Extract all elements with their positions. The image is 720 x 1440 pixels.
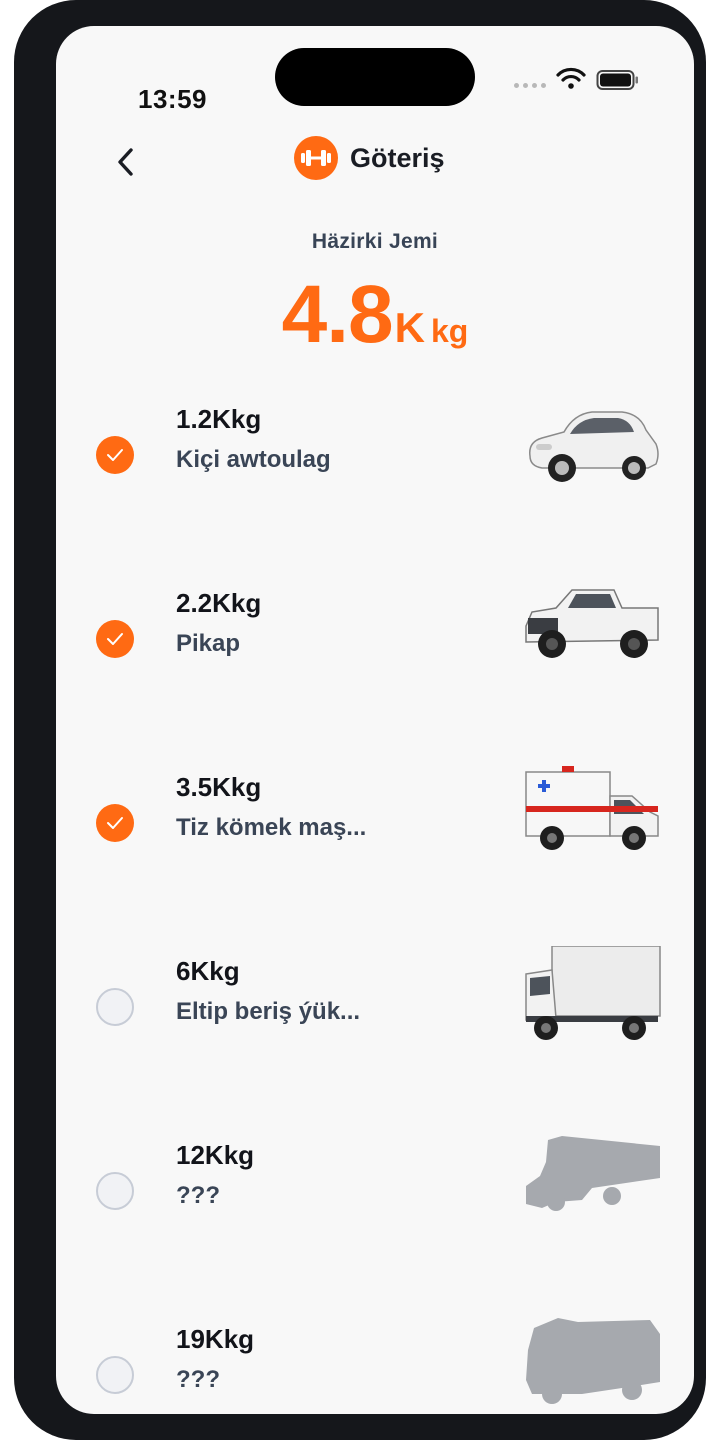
tier-weight: 1.2Kkg: [176, 404, 262, 434]
pickup-truck-icon: [525, 589, 659, 658]
current-load-unit-k: K: [394, 304, 425, 351]
app-screen: 13:59 Göteriş Häzirki Jemi 4.8K kg 1.2Kk…: [56, 26, 694, 1414]
wifi-icon: [556, 67, 586, 89]
unchecked-circle-icon[interactable]: [96, 1172, 134, 1210]
header: Göteriş: [294, 136, 445, 180]
tier-weight: 6Kkg: [176, 956, 240, 986]
tier-row-locked-19[interactable]: 19Kkg ???: [56, 1314, 694, 1414]
unchecked-circle-icon[interactable]: [96, 988, 134, 1026]
tier-row-pickup[interactable]: 2.2Kkg Pikap: [56, 578, 694, 718]
tier-name: ???: [176, 1182, 220, 1209]
tier-weight: 2.2Kkg: [176, 588, 262, 618]
dumbbell-icon: [294, 136, 338, 180]
current-load-number: 4.8: [281, 269, 394, 360]
tier-row-box-truck[interactable]: 6Kkg Eltip beriş ýük...: [56, 946, 694, 1086]
tier-row-ambulance[interactable]: 3.5Kkg Tiz kömek maş...: [56, 762, 694, 902]
small-car-icon: [529, 411, 659, 482]
page-title: Göteriş: [350, 142, 445, 173]
checkmark-icon[interactable]: [96, 804, 134, 842]
chevron-left-icon: [118, 148, 133, 176]
tier-weight: 3.5Kkg: [176, 772, 262, 802]
locked-heavy-truck-silhouette-icon: [526, 1318, 660, 1404]
dynamic-island: [275, 48, 475, 106]
tier-name: Tiz kömek maş...: [176, 814, 367, 841]
box-truck-icon: [525, 946, 661, 1040]
checkmark-icon[interactable]: [96, 620, 134, 658]
tier-row-locked-12[interactable]: 12Kkg ???: [56, 1130, 694, 1270]
current-load-label: Häzirki Jemi: [311, 230, 439, 253]
tier-name: Kiçi awtoulag: [176, 446, 331, 473]
ambulance-icon: [525, 766, 659, 850]
current-load-unit-kg: kg: [431, 313, 469, 349]
back-button[interactable]: [106, 142, 146, 182]
cellular-signal-icon: [514, 83, 546, 88]
battery-icon: [596, 70, 638, 90]
tier-weight: 19Kkg: [176, 1324, 255, 1354]
unchecked-circle-icon[interactable]: [96, 1356, 134, 1394]
status-time: 13:59: [138, 84, 207, 114]
tier-row-small-car[interactable]: 1.2Kkg Kiçi awtoulag: [56, 394, 694, 534]
tier-weight: 12Kkg: [176, 1140, 255, 1170]
tier-name: Eltip beriş ýük...: [176, 998, 361, 1025]
phone-frame: 13:59 Göteriş Häzirki Jemi 4.8K kg 1.2Kk…: [14, 0, 706, 1440]
tier-name: Pikap: [176, 630, 241, 657]
tier-name: ???: [176, 1366, 220, 1393]
checkmark-icon[interactable]: [96, 436, 134, 474]
locked-truck-silhouette-icon: [526, 1136, 660, 1211]
current-load-value: 4.8K kg: [56, 274, 694, 356]
